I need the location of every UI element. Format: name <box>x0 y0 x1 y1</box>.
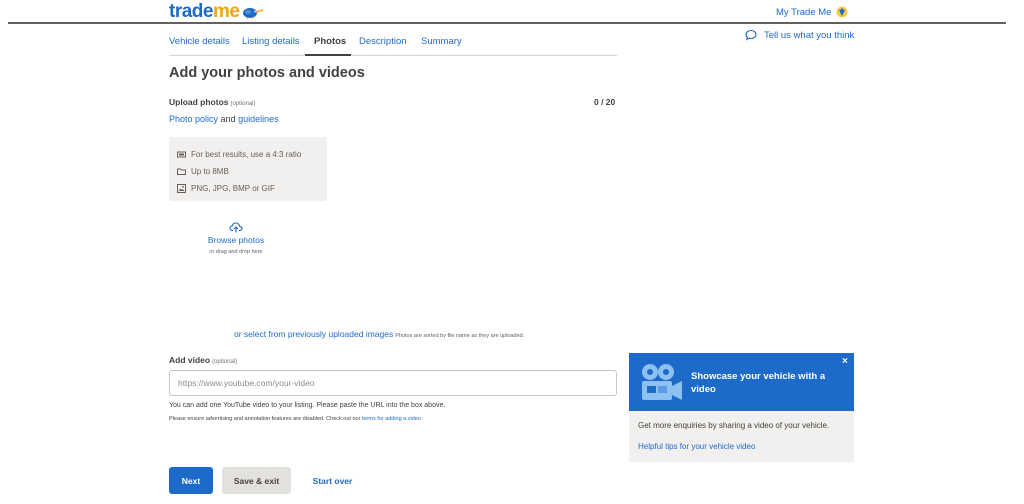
tip-ratio: For best results, use a 4:3 ratio <box>177 146 327 163</box>
ratio-icon <box>177 151 186 158</box>
video-camera-icon <box>642 364 682 400</box>
profile-badge-icon <box>836 6 848 18</box>
trademe-logo[interactable]: trademe <box>169 1 264 22</box>
image-icon <box>177 184 186 193</box>
logo-wordmark: trademe <box>169 1 240 22</box>
my-trade-me-link[interactable]: My Trade Me <box>776 6 848 18</box>
step-tabs: Vehicle details Listing details Photos D… <box>169 30 617 56</box>
optional-tag: (optional) <box>230 101 256 107</box>
tab-summary[interactable]: Summary <box>421 36 462 47</box>
header-divider <box>8 22 1006 24</box>
promo-header: × Showcase your vehicle with a video <box>629 353 854 411</box>
tab-vehicle-details[interactable]: Vehicle details <box>169 36 230 47</box>
kiwi-icon <box>243 7 264 19</box>
select-previous-line: or select from previously uploaded image… <box>234 329 524 339</box>
guidelines-link[interactable]: guidelines <box>238 114 279 124</box>
photo-policy-link[interactable]: Photo policy <box>169 114 218 124</box>
video-help-text: You can add one YouTube video to your li… <box>169 402 446 409</box>
optional-tag: (optional) <box>212 359 238 365</box>
page-title: Add your photos and videos <box>169 65 365 81</box>
close-icon[interactable]: × <box>842 357 848 367</box>
photo-tips-panel: For best results, use a 4:3 ratio Up to … <box>169 137 327 201</box>
feedback-label: Tell us what you think <box>764 29 855 41</box>
save-exit-button[interactable]: Save & exit <box>222 467 291 494</box>
photo-dropzone[interactable]: Browse photos or drag and drop here <box>196 222 276 255</box>
drag-drop-hint: or drag and drop here <box>209 249 263 255</box>
video-tips-link[interactable]: Helpful tips for your vehicle video <box>638 442 755 451</box>
start-over-button[interactable]: Start over <box>305 467 360 494</box>
speech-bubble-icon <box>745 29 757 41</box>
video-url-input[interactable] <box>169 370 617 396</box>
add-video-label: Add video (optional) <box>169 355 238 365</box>
promo-title: Showcase your vehicle with a video <box>691 371 826 395</box>
my-trade-me-label: My Trade Me <box>776 6 832 18</box>
promo-text: Get more enquiries by sharing a video of… <box>638 421 830 430</box>
tip-size: Up to 8MB <box>177 163 327 180</box>
tab-description[interactable]: Description <box>359 36 407 47</box>
video-terms-text: Please ensure advertising and annotation… <box>169 416 421 422</box>
tab-listing-details[interactable]: Listing details <box>242 36 300 47</box>
video-terms-link[interactable]: terms for adding a video <box>362 416 421 422</box>
sort-note: Photos are sorted by file name as they a… <box>395 333 525 339</box>
next-button[interactable]: Next <box>169 467 213 494</box>
photo-policy-line: Photo policy and guidelines <box>169 114 279 124</box>
top-header <box>0 0 1024 24</box>
browse-photos-link[interactable]: Browse photos <box>196 235 276 245</box>
tip-formats: PNG, JPG, BMP or GIF <box>177 180 327 197</box>
folder-icon <box>177 168 186 175</box>
photo-count: 0 / 20 <box>594 97 616 107</box>
active-tab-indicator <box>305 54 351 56</box>
video-promo-card: × Showcase your vehicle with a video Get… <box>629 353 854 462</box>
feedback-link[interactable]: Tell us what you think <box>745 29 854 41</box>
upload-photos-label: Upload photos (optional) <box>169 97 256 107</box>
cloud-upload-icon[interactable] <box>229 222 243 233</box>
select-previous-images-link[interactable]: or select from previously uploaded image… <box>234 329 393 339</box>
tab-photos[interactable]: Photos <box>314 36 346 47</box>
